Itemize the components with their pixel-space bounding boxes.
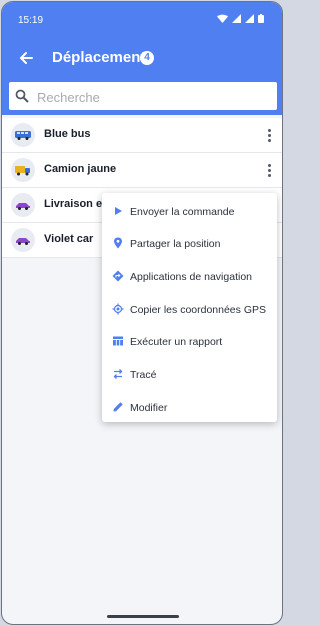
page-title: Déplacement xyxy=(52,49,146,66)
bus-icon xyxy=(15,131,31,140)
menu-item-label: Tracé xyxy=(130,369,157,381)
search-bar[interactable] xyxy=(9,82,277,112)
status-icons xyxy=(217,14,264,23)
menu-item-share-position[interactable]: Partager la position xyxy=(102,227,277,259)
menu-item-label: Copier les coordonnées GPS xyxy=(130,304,266,316)
car-icon xyxy=(16,202,30,210)
status-time: 15:19 xyxy=(18,15,44,26)
phone-frame: 15:19 Déplacement 4 Blue bus xyxy=(1,1,283,625)
gps-icon xyxy=(112,303,124,315)
more-options-icon[interactable] xyxy=(264,126,274,144)
menu-item-navigation-apps[interactable]: Applications de navigation xyxy=(102,260,277,292)
more-options-icon[interactable] xyxy=(264,161,274,179)
gesture-home-bar[interactable] xyxy=(107,615,179,618)
list-item-blue-bus[interactable]: Blue bus xyxy=(2,118,282,153)
vehicle-avatar xyxy=(11,228,35,252)
directions-icon xyxy=(112,270,124,282)
search-icon xyxy=(15,89,29,103)
vehicle-avatar xyxy=(11,123,35,147)
menu-item-label: Envoyer la commande xyxy=(130,206,235,218)
app-bar: Déplacement 4 xyxy=(2,38,282,78)
vehicle-avatar xyxy=(11,158,35,182)
table-icon xyxy=(113,336,123,346)
vehicle-name: Violet car xyxy=(44,233,94,245)
menu-item-label: Exécuter un rapport xyxy=(130,336,223,348)
status-bar: 15:19 xyxy=(2,2,282,38)
vehicle-name: Blue bus xyxy=(44,128,91,140)
menu-item-route-trace[interactable]: Tracé xyxy=(102,358,277,390)
wifi-icon xyxy=(217,14,228,23)
menu-item-label: Partager la position xyxy=(130,238,221,250)
count-badge: 4 xyxy=(140,51,154,65)
truck-icon xyxy=(15,165,30,175)
play-icon xyxy=(115,207,122,215)
search-input[interactable] xyxy=(35,82,269,112)
vehicle-name: Livraison ex xyxy=(44,198,109,210)
menu-item-label: Modifier xyxy=(130,402,168,414)
edit-icon xyxy=(113,402,123,412)
menu-item-run-report[interactable]: Exécuter un rapport xyxy=(102,325,277,357)
vehicle-avatar xyxy=(11,193,35,217)
header: 15:19 Déplacement 4 xyxy=(2,2,282,115)
route-icon xyxy=(113,369,123,379)
list-item-camion-jaune[interactable]: Camion jaune xyxy=(2,153,282,188)
battery-icon xyxy=(258,14,264,23)
signal-icon-2 xyxy=(245,14,254,23)
signal-icon xyxy=(232,14,241,23)
car-icon xyxy=(16,237,30,245)
menu-item-copy-gps[interactable]: Copier les coordonnées GPS xyxy=(102,293,277,325)
location-pin-icon xyxy=(114,237,122,249)
menu-item-label: Applications de navigation xyxy=(130,271,253,283)
vehicle-name: Camion jaune xyxy=(44,163,117,175)
back-arrow-icon[interactable] xyxy=(16,48,36,68)
menu-item-edit[interactable]: Modifier xyxy=(102,391,277,423)
context-menu: Envoyer la commande Partager la position… xyxy=(102,193,277,422)
menu-item-send-command[interactable]: Envoyer la commande xyxy=(102,195,277,227)
